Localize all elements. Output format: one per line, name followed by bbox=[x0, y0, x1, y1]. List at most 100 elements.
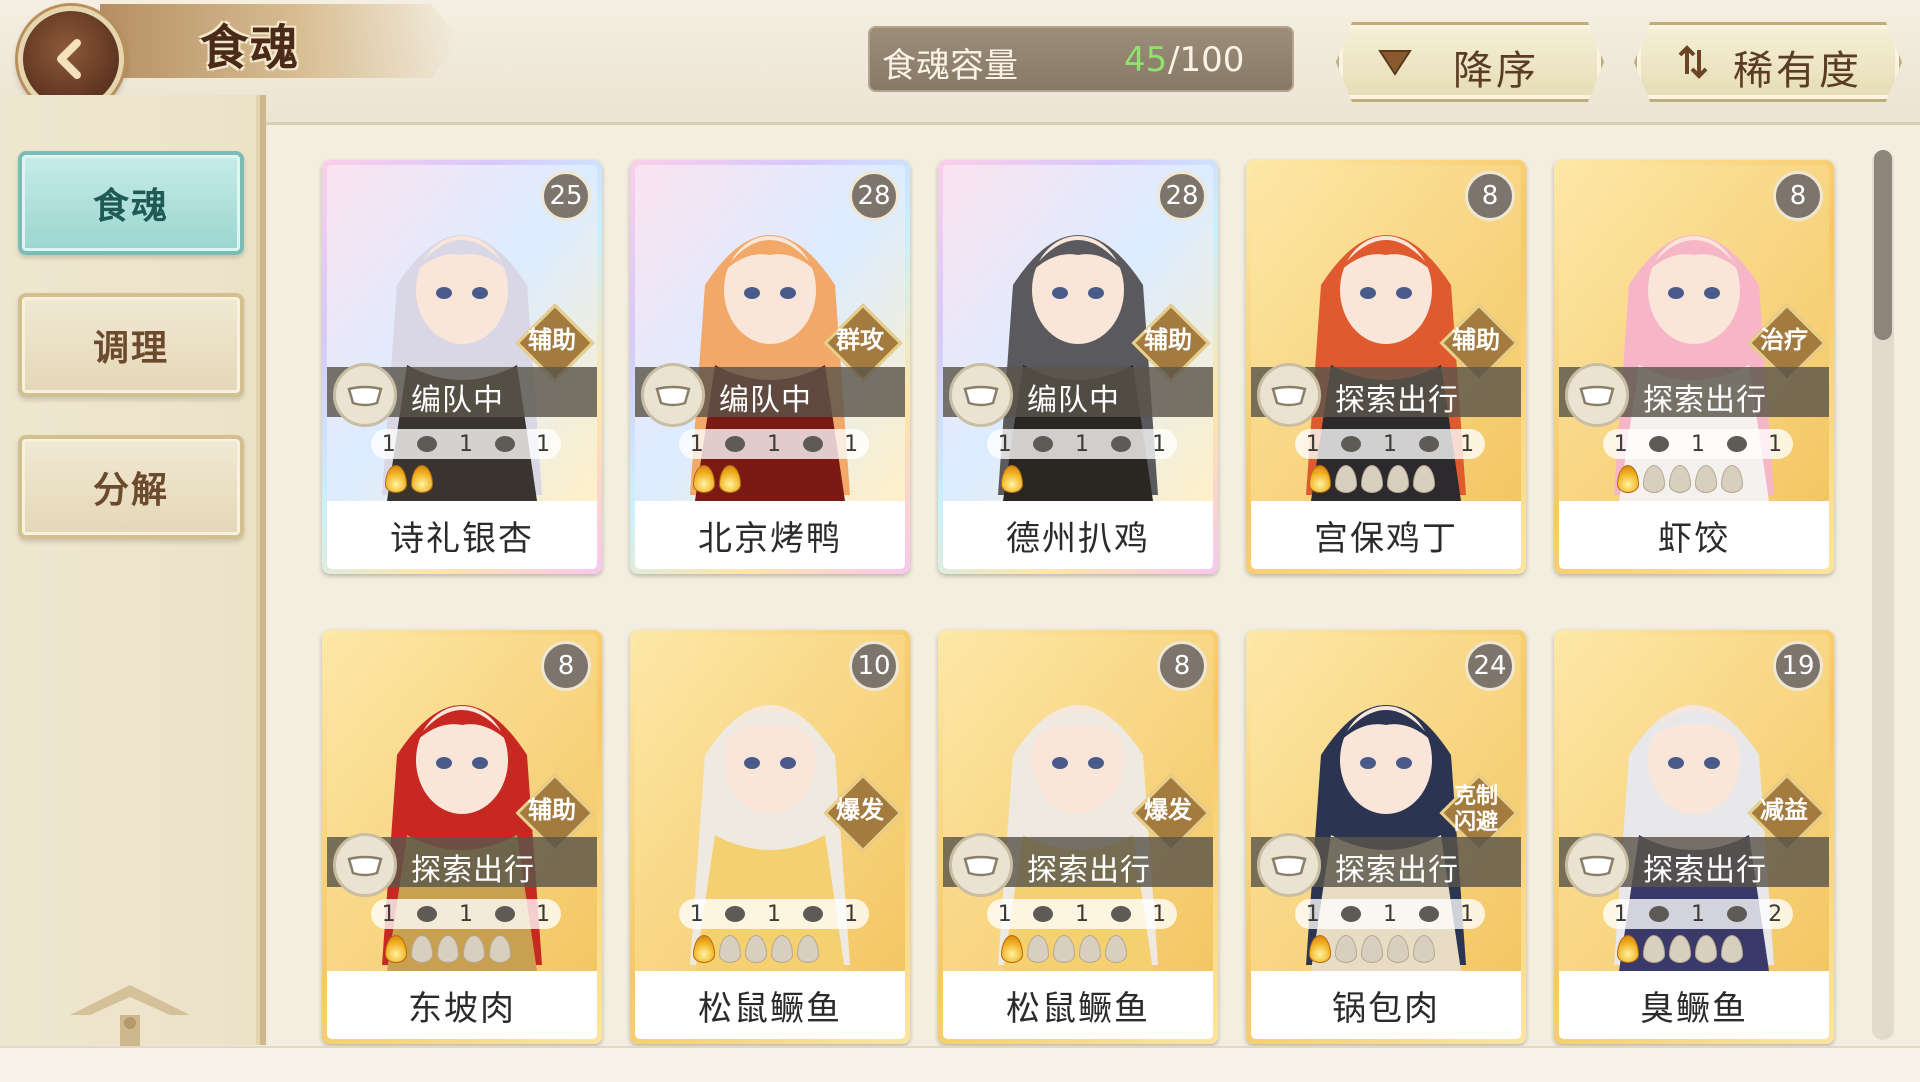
sidebar-item-conditioning[interactable]: 调理 bbox=[18, 293, 244, 397]
food-soul-name: 诗礼银杏 bbox=[327, 501, 597, 569]
star-rating bbox=[1001, 465, 1023, 495]
droplet-icon bbox=[494, 436, 515, 452]
dumpling-icon bbox=[1033, 436, 1054, 452]
status-label: 编队中 bbox=[1027, 383, 1120, 418]
stat-strip: 1 1 1 bbox=[987, 899, 1177, 929]
star-flame-icon bbox=[1695, 935, 1717, 963]
star-flame-icon bbox=[1335, 465, 1357, 493]
food-soul-name: 臭鳜鱼 bbox=[1559, 971, 1829, 1039]
level-badge: 28 bbox=[849, 171, 899, 221]
role-label: 爆发 bbox=[1144, 796, 1192, 824]
scrollbar[interactable] bbox=[1872, 150, 1894, 1040]
star-flame-icon bbox=[771, 935, 793, 963]
bottom-strip bbox=[0, 1046, 1920, 1082]
bowl-icon bbox=[333, 833, 397, 897]
page-title: 食魂 bbox=[200, 20, 301, 76]
bowl-icon bbox=[333, 363, 397, 427]
dumpling-icon bbox=[725, 436, 746, 452]
status-label: 探索出行 bbox=[411, 853, 535, 888]
role-label: 辅助 bbox=[1144, 326, 1192, 354]
star-rating bbox=[385, 935, 511, 965]
capacity-display: 食魂容量 45 /100 bbox=[868, 26, 1294, 92]
stat-strip: 1 1 1 bbox=[987, 429, 1177, 459]
star-flame-icon bbox=[797, 935, 819, 963]
status-label: 编队中 bbox=[719, 383, 812, 418]
star-flame-icon bbox=[693, 935, 715, 963]
star-flame-icon bbox=[719, 465, 741, 493]
triangle-down-icon bbox=[1375, 42, 1415, 82]
role-label: 克制闪避 bbox=[1453, 784, 1498, 835]
capacity-current: 45 bbox=[1124, 40, 1168, 80]
food-soul-card[interactable]: 19 减益 探索出行 1 1 2 臭鳜鱼 bbox=[1554, 630, 1834, 1044]
star-flame-icon bbox=[463, 935, 485, 963]
role-badge: 辅助 bbox=[515, 303, 595, 383]
star-flame-icon bbox=[411, 935, 433, 963]
dumpling-icon bbox=[1341, 436, 1362, 452]
sidebar-item-food-souls[interactable]: 食魂 bbox=[18, 151, 244, 255]
stat-value: 1 bbox=[1460, 901, 1475, 927]
dumpling-icon bbox=[417, 906, 438, 922]
level-badge: 8 bbox=[1465, 171, 1515, 221]
status-bar: 探索出行 bbox=[1559, 363, 1829, 427]
card-inner: 28 辅助 编队中 1 1 1 德州扒鸡 bbox=[943, 165, 1213, 569]
food-soul-card[interactable]: 8 辅助 探索出行 1 1 1 东坡肉 bbox=[322, 630, 602, 1044]
star-flame-icon bbox=[411, 465, 433, 493]
sort-order-button[interactable]: 降序 bbox=[1336, 22, 1604, 102]
star-flame-icon bbox=[719, 935, 741, 963]
star-flame-icon bbox=[1413, 935, 1435, 963]
status-label: 探索出行 bbox=[1335, 383, 1459, 418]
food-soul-card[interactable]: 24 克制闪避 探索出行 1 1 1 锅包肉 bbox=[1246, 630, 1526, 1044]
dumpling-icon bbox=[1033, 906, 1054, 922]
role-badge: 辅助 bbox=[1131, 303, 1211, 383]
stat-value: 1 bbox=[689, 901, 704, 927]
bowl-icon bbox=[1257, 363, 1321, 427]
food-soul-name: 东坡肉 bbox=[327, 971, 597, 1039]
role-label: 辅助 bbox=[528, 326, 576, 354]
stat-value: 1 bbox=[689, 431, 704, 457]
droplet-icon bbox=[1726, 436, 1747, 452]
role-label: 治疗 bbox=[1760, 326, 1808, 354]
food-soul-card[interactable]: 8 辅助 探索出行 1 1 1 宫保鸡丁 bbox=[1246, 160, 1526, 574]
bowl-icon bbox=[949, 833, 1013, 897]
scrollbar-thumb[interactable] bbox=[1874, 150, 1892, 340]
star-flame-icon bbox=[1361, 935, 1383, 963]
status-bar: 探索出行 bbox=[1559, 833, 1829, 897]
stat-strip: 1 1 1 bbox=[371, 899, 561, 929]
status-bar: 编队中 bbox=[943, 363, 1213, 427]
food-soul-card[interactable]: 28 群攻 编队中 1 1 1 北京烤鸭 bbox=[630, 160, 910, 574]
pagoda-ornament-icon bbox=[70, 985, 190, 1051]
food-soul-card[interactable]: 10 爆发 1 1 1 松鼠鳜鱼 bbox=[630, 630, 910, 1044]
food-soul-card[interactable]: 25 辅助 编队中 1 1 1 诗礼银杏 bbox=[322, 160, 602, 574]
capacity-label: 食魂容量 bbox=[882, 46, 1018, 86]
stat-value: 1 bbox=[536, 901, 551, 927]
capacity-max: /100 bbox=[1168, 40, 1245, 80]
food-soul-name: 宫保鸡丁 bbox=[1251, 501, 1521, 569]
role-badge: 爆发 bbox=[823, 773, 903, 853]
status-label: 探索出行 bbox=[1643, 853, 1767, 888]
stat-value: 1 bbox=[1152, 901, 1167, 927]
level-badge: 25 bbox=[541, 171, 591, 221]
star-flame-icon bbox=[1721, 465, 1743, 493]
food-soul-card[interactable]: 8 治疗 探索出行 1 1 1 虾饺 bbox=[1554, 160, 1834, 574]
status-label: 探索出行 bbox=[1643, 383, 1767, 418]
sidebar-item-disassemble[interactable]: 分解 bbox=[18, 435, 244, 539]
droplet-icon bbox=[1726, 906, 1747, 922]
star-rating bbox=[693, 935, 819, 965]
bowl-icon bbox=[1565, 363, 1629, 427]
star-flame-icon bbox=[1669, 465, 1691, 493]
stat-value: 1 bbox=[1460, 431, 1475, 457]
food-soul-card[interactable]: 8 爆发 探索出行 1 1 1 松鼠鳜鱼 bbox=[938, 630, 1218, 1044]
stat-value: 1 bbox=[997, 901, 1012, 927]
star-rating bbox=[693, 465, 741, 495]
stat-value: 1 bbox=[1074, 901, 1089, 927]
stat-value: 1 bbox=[458, 431, 473, 457]
chevron-left-icon bbox=[57, 39, 81, 79]
level-badge: 8 bbox=[1773, 171, 1823, 221]
card-inner: 25 辅助 编队中 1 1 1 诗礼银杏 bbox=[327, 165, 597, 569]
dumpling-icon bbox=[1341, 906, 1362, 922]
star-flame-icon bbox=[385, 465, 407, 493]
food-soul-card[interactable]: 28 辅助 编队中 1 1 1 德州扒鸡 bbox=[938, 160, 1218, 574]
status-bar: 编队中 bbox=[327, 363, 597, 427]
level-badge: 8 bbox=[1157, 641, 1207, 691]
sort-key-button[interactable]: 稀有度 bbox=[1634, 22, 1902, 102]
